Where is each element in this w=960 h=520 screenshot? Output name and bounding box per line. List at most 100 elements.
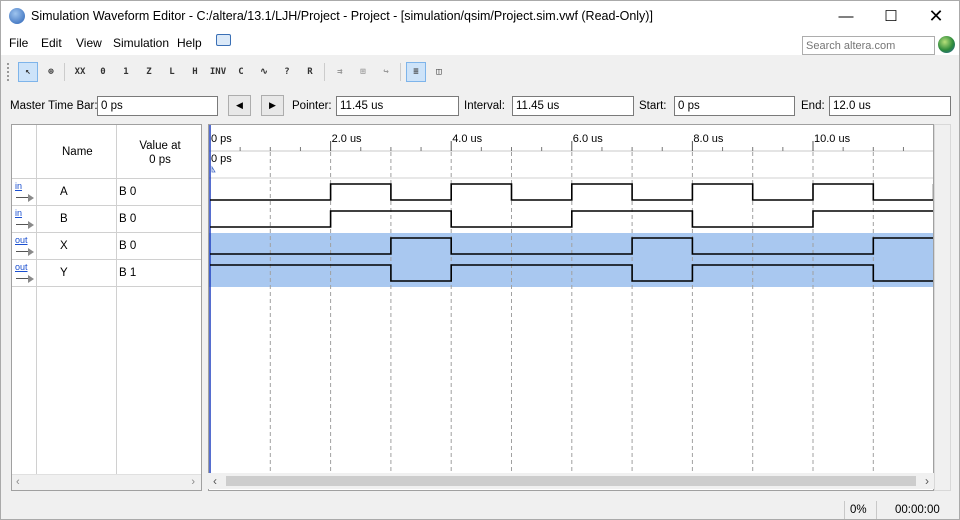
output-pin-icon: out [15, 262, 35, 283]
menu-edit[interactable]: Edit [41, 36, 62, 50]
maximize-button[interactable]: ☐ [868, 1, 914, 31]
pin-direction-label: in [15, 208, 23, 218]
waveform-vertical-scrollbar[interactable] [934, 124, 951, 491]
dont-care-icon[interactable]: ? [277, 62, 297, 82]
signal-list-panel: Name Value at 0 ps in A B 0 in B B 0 out X B 0 ou… [11, 124, 202, 491]
force-high-icon[interactable]: 1 [116, 62, 136, 82]
menu-file[interactable]: File [9, 36, 28, 50]
interval-label: Interval: [464, 100, 505, 112]
output-pin-icon: out [15, 235, 35, 256]
ruler-tick-label: 8.0 us [693, 133, 723, 145]
signal-name: X [60, 240, 68, 252]
toolbar-separator [400, 63, 401, 81]
pin-arrow [16, 246, 34, 256]
toolbar: ↖ ⊕ XX 0 1 Z L H INV C ∿ ? R ⇉ ⊞ ↪ ≡ ◫ [1, 59, 959, 85]
signal-name: B [60, 213, 68, 225]
status-bar: 0% 00:00:00 [1, 501, 959, 519]
signal-row[interactable]: out Y B 1 [12, 260, 201, 287]
maximize-icon: ☐ [884, 8, 898, 25]
force-low-icon[interactable]: 0 [93, 62, 113, 82]
scroll-right-icon[interactable]: › [925, 474, 929, 488]
waveform-canvas[interactable]: 0 ps2.0 us4.0 us6.0 us8.0 us10.0 us12.0 … [209, 125, 934, 475]
value-column-header[interactable]: Value at 0 ps [122, 139, 198, 167]
ruler-tick-label: 2.0 us [332, 133, 362, 145]
signal-value: B 0 [119, 213, 137, 225]
app-icon [9, 8, 25, 24]
interval-field[interactable]: 11.45 us [512, 96, 634, 116]
signal-value: B 0 [119, 240, 137, 252]
selection-tool-icon[interactable]: ↖ [18, 62, 38, 82]
close-button[interactable]: ✕ [913, 1, 959, 31]
waveform-a [210, 183, 933, 201]
signal-value: B 0 [119, 186, 137, 198]
progress-status: 0% [850, 504, 867, 516]
zoom-tool-icon[interactable]: ⊕ [41, 62, 61, 82]
master-time-bar-label: 0 ps [211, 153, 232, 165]
search-input[interactable] [802, 36, 935, 55]
previous-transition-button[interactable]: ◀ [228, 95, 251, 116]
arrow-left-icon: ◀ [236, 100, 243, 110]
master-time-bar-field[interactable]: 0 ps [97, 96, 218, 116]
pin-arrow [16, 219, 34, 229]
zoom-fit-icon[interactable]: ↪ [376, 62, 396, 82]
waveform-panel[interactable]: 0 ps2.0 us4.0 us6.0 us8.0 us10.0 us12.0 … [208, 124, 934, 491]
pin-direction-label: in [15, 181, 23, 191]
feedback-icon[interactable] [216, 34, 231, 46]
clock-icon[interactable]: ∿ [254, 62, 274, 82]
weak-low-icon[interactable]: L [162, 62, 182, 82]
pin-arrow [16, 273, 34, 283]
count-value-icon[interactable]: C [231, 62, 251, 82]
waveform-horizontal-scrollbar[interactable]: ‹ › [208, 473, 934, 489]
application-window: Simulation Waveform Editor - C:/altera/1… [0, 0, 960, 520]
input-pin-icon: in [15, 181, 35, 202]
end-field[interactable]: 12.0 us [829, 96, 951, 116]
ruler-tick-label: 0 ps [211, 133, 232, 145]
random-value-icon[interactable]: R [300, 62, 320, 82]
pin-direction-label: out [15, 262, 28, 272]
grid-icon[interactable]: ⊞ [353, 62, 373, 82]
toolbar-grip[interactable] [7, 63, 10, 81]
close-icon: ✕ [928, 5, 944, 26]
signal-list-header: Name Value at 0 ps [12, 125, 201, 179]
menu-simulation[interactable]: Simulation [113, 36, 169, 50]
signal-name: A [60, 186, 68, 198]
minimize-icon: — [838, 7, 854, 25]
name-column-header[interactable]: Name [62, 146, 93, 158]
minimize-button[interactable]: — [823, 1, 869, 31]
elapsed-time-status: 00:00:00 [895, 504, 940, 516]
scroll-right-icon[interactable]: › [191, 476, 195, 488]
scrollbar-thumb[interactable] [226, 476, 916, 486]
input-pin-icon: in [15, 208, 35, 229]
run-simulation-icon[interactable]: ◫ [429, 62, 449, 82]
status-separator [844, 501, 845, 519]
status-separator [876, 501, 877, 519]
menu-help[interactable]: Help [177, 36, 202, 50]
globe-icon[interactable] [938, 36, 955, 53]
signal-row[interactable]: in B B 0 [12, 206, 201, 233]
unknown-value-icon[interactable]: XX [70, 62, 90, 82]
signal-value: B 1 [119, 267, 137, 279]
title-bar: Simulation Waveform Editor - C:/altera/1… [1, 1, 959, 31]
signal-row[interactable]: in A B 0 [12, 179, 201, 206]
menu-view[interactable]: View [76, 36, 102, 50]
next-transition-button[interactable]: ▶ [261, 95, 284, 116]
scroll-left-icon[interactable]: ‹ [16, 476, 20, 488]
pin-arrow [16, 192, 34, 202]
weak-high-icon[interactable]: H [185, 62, 205, 82]
master-time-bar-label: Master Time Bar: [10, 100, 98, 112]
ruler-tick-label: 6.0 us [573, 133, 603, 145]
snap-to-grid-icon[interactable]: ⇉ [330, 62, 350, 82]
invert-icon[interactable]: INV [208, 62, 228, 82]
scroll-left-icon[interactable]: ‹ [213, 474, 217, 488]
signal-row[interactable]: out X B 0 [12, 233, 201, 260]
ruler-tick-label: 4.0 us [452, 133, 482, 145]
waveform-settings-icon[interactable]: ≡ [406, 62, 426, 82]
waveform-b [210, 210, 933, 228]
signal-list-scrollbar[interactable]: ‹ › [12, 474, 201, 490]
start-field[interactable]: 0 ps [674, 96, 795, 116]
ruler-tick-label: 10.0 us [814, 133, 851, 145]
pointer-field[interactable]: 11.45 us [336, 96, 459, 116]
high-impedance-icon[interactable]: Z [139, 62, 159, 82]
end-label: End: [801, 100, 825, 112]
arrow-right-icon: ▶ [269, 100, 276, 110]
